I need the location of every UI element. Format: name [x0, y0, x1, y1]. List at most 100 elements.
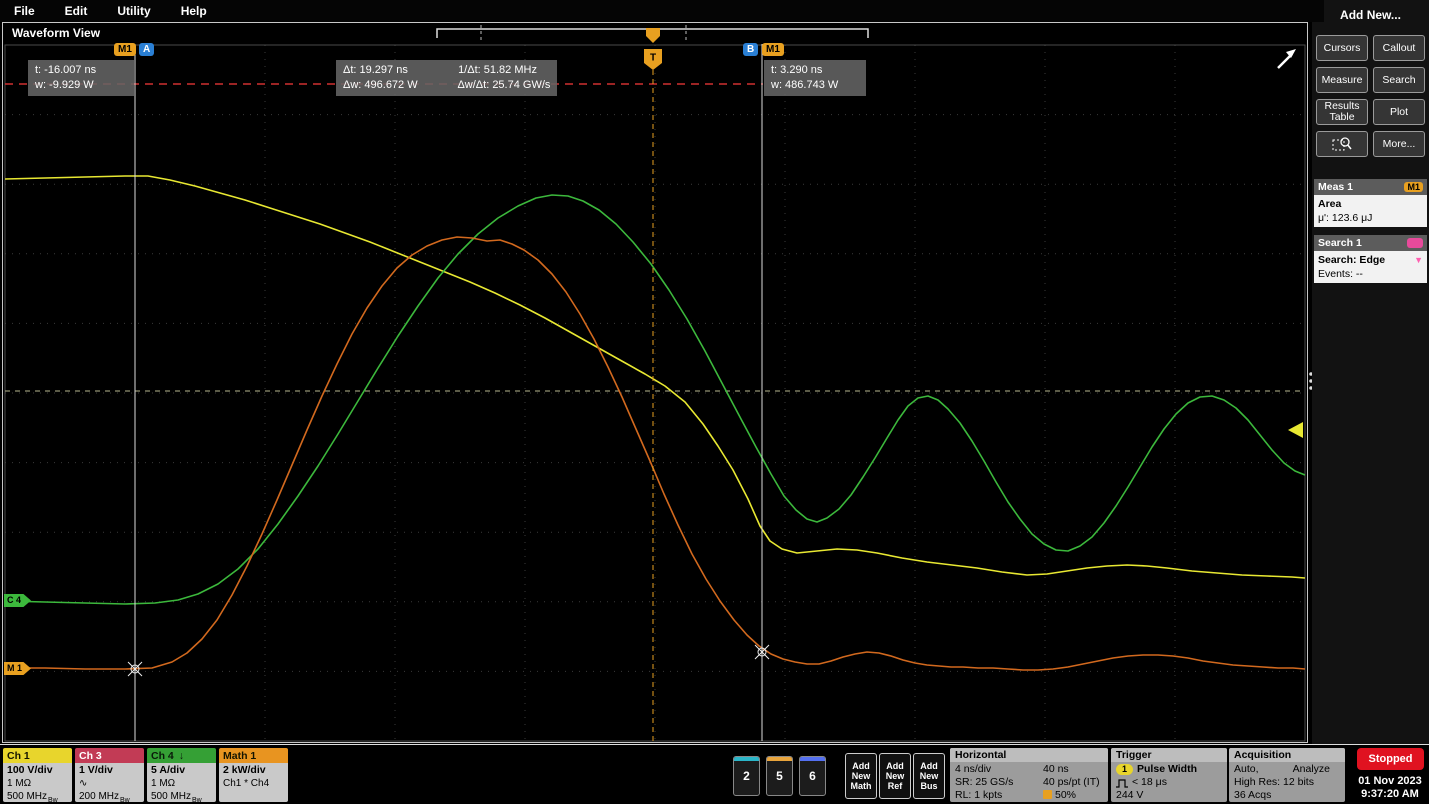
- trigger-source-badge: 1: [1116, 764, 1133, 775]
- ch3-label: Ch 3: [79, 750, 102, 762]
- zoom-box-button[interactable]: [1316, 131, 1368, 157]
- channel-badge-math1[interactable]: Math 1 2 kW/div Ch1 * Ch4: [219, 748, 288, 802]
- meas1-header: Meas 1 M1: [1314, 179, 1427, 195]
- channel-5-button[interactable]: 5: [766, 756, 793, 796]
- meas1-value: μ': 123.6 μJ: [1318, 211, 1423, 225]
- measure-button[interactable]: Measure: [1316, 67, 1368, 93]
- horizontal-scale: 4 ns/div: [955, 763, 1043, 776]
- trigger-level-arrow-icon[interactable]: [1288, 422, 1303, 438]
- ch6-color-stripe: [800, 757, 825, 761]
- trigger-flag[interactable]: T: [644, 49, 662, 70]
- ch3-bw-tag: Bw: [120, 797, 130, 802]
- bottom-bar: Ch 1 100 V/div 1 MΩ 500 MHzBw Ch 3 1 V/d…: [0, 744, 1429, 804]
- delta-time: Δt: 19.297 ns: [343, 63, 455, 78]
- cursor-a-badge[interactable]: A: [139, 43, 154, 56]
- cursor-a-time: t: -16.007 ns: [35, 63, 127, 78]
- meas1-type: Area: [1318, 197, 1423, 211]
- date: 01 Nov 2023: [1352, 775, 1428, 788]
- acq-analyze: Analyze: [1293, 763, 1330, 776]
- run-stop-button[interactable]: Stopped: [1357, 748, 1424, 770]
- math1-label: Math 1: [223, 750, 256, 762]
- search1-badge: [1407, 238, 1423, 248]
- cursor-a-readout: t: -16.007 ns w: -9.929 W: [28, 60, 134, 96]
- waveform-plot[interactable]: T: [0, 0, 1429, 804]
- menu-utility[interactable]: Utility: [117, 4, 150, 18]
- trace-ch1[interactable]: [5, 176, 1305, 578]
- delta-slope: Δw/Δt: 25.74 GW/s: [457, 79, 550, 91]
- channel-badge-ch1[interactable]: Ch 1 100 V/div 1 MΩ 500 MHzBw: [3, 748, 72, 802]
- channel-badge-ch4[interactable]: Ch 4 ↓ 5 A/div 1 MΩ 500 MHzBw: [147, 748, 216, 802]
- menu-bar: File Edit Utility Help: [0, 0, 1324, 22]
- search1-panel[interactable]: Search 1 Search: Edge ▼ Events: --: [1314, 235, 1427, 283]
- more-button[interactable]: More...: [1373, 131, 1425, 157]
- ch4-header: Ch 4 ↓: [147, 748, 216, 763]
- horizontal-panel[interactable]: Horizontal 4 ns/div 40 ns SR: 25 GS/s 40…: [950, 748, 1108, 802]
- delta-value: Δw: 496.672 W: [343, 78, 455, 93]
- ch1-header: Ch 1: [3, 748, 72, 763]
- meas1-source-badge: M1: [1404, 182, 1423, 192]
- cursor-b-readout: t: 3.290 ns w: 486.743 W: [764, 60, 866, 96]
- add-new-ref-button[interactable]: Add New Ref: [879, 753, 911, 799]
- ch6-number: 6: [809, 769, 816, 783]
- trigger-flag-label: T: [650, 53, 656, 64]
- ch1-label: Ch 1: [7, 750, 30, 762]
- acq-resolution: High Res: 12 bits: [1234, 776, 1340, 789]
- minimap-trigger-marker-icon[interactable]: [646, 28, 660, 43]
- trigger-position-value: 50%: [1055, 789, 1076, 801]
- results-table-button[interactable]: Results Table: [1316, 99, 1368, 125]
- record-length: RL: 1 kpts: [955, 789, 1043, 802]
- acquisition-panel[interactable]: Acquisition Auto, Analyze High Res: 12 b…: [1229, 748, 1345, 802]
- acq-count: 36 Acqs: [1234, 789, 1340, 802]
- add-new-bus-button[interactable]: Add New Bus: [913, 753, 945, 799]
- plot-button[interactable]: Plot: [1373, 99, 1425, 125]
- cursor-b-time: t: 3.290 ns: [771, 63, 859, 78]
- search1-type: Search: Edge: [1318, 253, 1385, 267]
- sample-rate: SR: 25 GS/s: [955, 776, 1043, 789]
- channel-6-button[interactable]: 6: [799, 756, 826, 796]
- ch1-impedance: 1 MΩ: [7, 777, 68, 790]
- callout-button[interactable]: Callout: [1373, 35, 1425, 61]
- cursor-b-badge[interactable]: B: [743, 43, 758, 56]
- waveform-view-title: Waveform View: [12, 26, 100, 40]
- zoom-box-icon: [1332, 136, 1352, 152]
- cursor-b-source-badge[interactable]: M1: [762, 43, 784, 56]
- channel-badge-ch3[interactable]: Ch 3 1 V/div ∿ 200 MHzBw: [75, 748, 144, 802]
- trigger-position-icon: [1043, 790, 1052, 799]
- sample-interval: 40 ps/pt (IT): [1043, 776, 1103, 789]
- channel-2-button[interactable]: 2: [733, 756, 760, 796]
- search1-events: Events: --: [1318, 267, 1423, 281]
- delta-frequency: 1/Δt: 51.82 MHz: [458, 64, 537, 76]
- minimap[interactable]: [437, 25, 868, 43]
- trigger-type: Pulse Width: [1137, 763, 1197, 776]
- ch1-bw-tag: Bw: [48, 797, 58, 802]
- ch3-bandwidth: 200 MHzBw: [79, 790, 140, 802]
- pulse-width-icon: [1116, 778, 1128, 788]
- add-new-button-grid: Cursors Callout Measure Search Results T…: [1312, 35, 1429, 157]
- search1-header: Search 1: [1314, 235, 1427, 251]
- ch4-clip-arrow-icon: ↓: [179, 750, 184, 762]
- meas1-body: Area μ': 123.6 μJ: [1314, 195, 1427, 227]
- ch4-settings: 5 A/div 1 MΩ 500 MHzBw: [147, 763, 216, 802]
- search-edge-marker-icon: ▼: [1414, 253, 1423, 267]
- cursor-a-source-badge[interactable]: M1: [114, 43, 136, 56]
- trigger-panel[interactable]: Trigger 1 Pulse Width < 18 μs 244 V: [1111, 748, 1227, 802]
- acq-mode: Auto,: [1234, 763, 1259, 776]
- meas1-panel[interactable]: Meas 1 M1 Area μ': 123.6 μJ: [1314, 179, 1427, 227]
- graticule-frame: [5, 45, 1305, 741]
- ch4-bandwidth: 500 MHzBw: [151, 790, 212, 802]
- ch3-settings: 1 V/div ∿ 200 MHzBw: [75, 763, 144, 802]
- menu-edit[interactable]: Edit: [65, 4, 88, 18]
- ch4-bw-value: 500 MHz: [151, 791, 191, 802]
- add-new-math-button[interactable]: Add New Math: [845, 753, 877, 799]
- ch3-bw-value: 200 MHz: [79, 791, 119, 802]
- meas1-title: Meas 1: [1318, 181, 1353, 193]
- cursors-button[interactable]: Cursors: [1316, 35, 1368, 61]
- menu-help[interactable]: Help: [181, 4, 207, 18]
- ch3-header: Ch 3: [75, 748, 144, 763]
- math1-expression: Ch1 * Ch4: [223, 777, 284, 790]
- search1-title: Search 1: [1318, 237, 1362, 249]
- ch1-settings: 100 V/div 1 MΩ 500 MHzBw: [3, 763, 72, 802]
- search-button[interactable]: Search: [1373, 67, 1425, 93]
- ch1-scale: 100 V/div: [7, 764, 68, 777]
- menu-file[interactable]: File: [14, 4, 35, 18]
